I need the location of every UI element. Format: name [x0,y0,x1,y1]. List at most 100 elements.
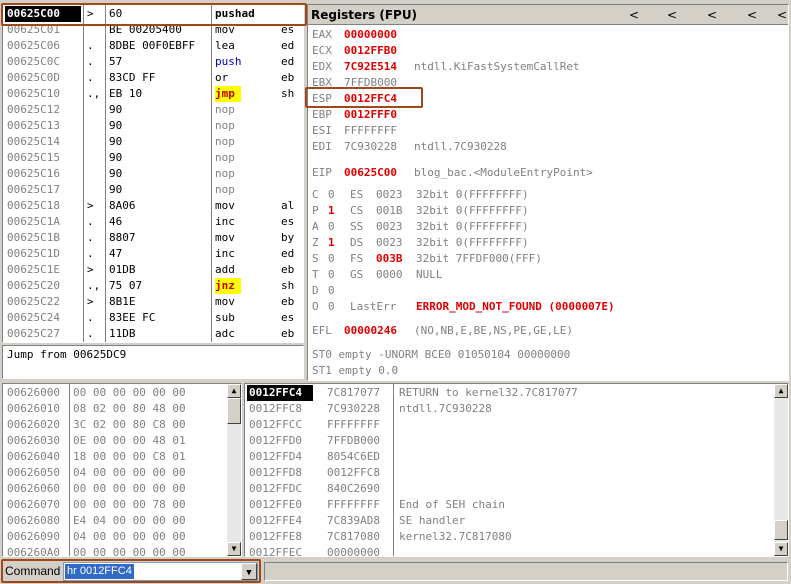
register-value[interactable]: 00000246 [344,323,410,339]
fpu-register[interactable]: ST2 empty 0.0 [312,379,782,380]
registers-scroll-left-button[interactable]: < [704,5,720,25]
fpu-row[interactable]: ST2 empty 0.0 [308,379,788,380]
disasm-row[interactable]: 00625C12 90 nop [3,102,303,118]
registers-scroll-left-button[interactable]: < [744,5,760,25]
disasm-row[interactable]: 00625C1A. 46 inc es [3,214,303,230]
scroll-thumb[interactable] [227,398,241,424]
fpu-register[interactable]: ST0 empty -UNORM BCE0 01050104 00000000 [312,347,782,363]
dump-row[interactable]: 00626030 0E 00 00 00 48 01 [3,433,227,449]
registers-pane[interactable]: Registers (FPU) < < < < < EAX 00000000 ECX… [307,4,789,381]
disasm-row[interactable]: 00625C16 90 nop [3,166,303,182]
scroll-up-icon[interactable]: ▲ [774,384,788,398]
flag-bit[interactable]: 0 [328,251,340,267]
hex-dump-pane[interactable]: 00626000 00 00 00 00 00 00 00626010 08 02 0… [2,383,242,557]
register-value[interactable]: 0012FFC4 [344,91,410,107]
command-input[interactable]: hr 0012FFC4 ▼ [63,562,258,581]
segment-selector[interactable]: 001B [376,203,412,219]
disassembly-pane[interactable]: 00625C00 >60 pushad 00625C01 BE 00205400 mov e… [2,4,304,343]
scroll-down-icon[interactable]: ▼ [774,542,788,556]
stack-row[interactable]: 0012FFC8 7C930228 ntdll.7C930228 [245,401,773,417]
register-value[interactable]: 7C92E514 [344,59,410,75]
stack-row[interactable]: 0012FFD0 7FFDB000 [245,433,773,449]
register-row[interactable]: ESI FFFFFFFF [308,123,788,139]
scroll-down-icon[interactable]: ▼ [227,542,241,556]
disasm-row[interactable]: 00625C24. 83EE FC sub es [3,310,303,326]
disasm-row[interactable]: 00625C27. 11DB adc eb [3,326,303,342]
flag-row[interactable]: A 0 SS 0023 32bit 0(FFFFFFFF) [308,219,788,235]
fpu-register[interactable]: ST1 empty 0.0 [312,363,782,379]
dump-row[interactable]: 00626080 E4 04 00 00 00 00 [3,513,227,529]
dump-scrollbar[interactable]: ▲ ▼ [227,384,241,556]
stack-row[interactable]: 0012FFE8 7C817080 kernel32.7C817080 [245,529,773,545]
register-value[interactable]: FFFFFFFF [344,123,410,139]
dump-row[interactable]: 00626000 00 00 00 00 00 00 [3,385,227,401]
segment-selector[interactable] [376,283,412,299]
registers-scroll-left-button[interactable]: < [626,5,642,25]
disasm-row[interactable]: 00625C22 >8B1E mov eb [3,294,303,310]
register-value[interactable]: 7C930228 [344,139,410,155]
flag-row[interactable]: C 0 ES 0023 32bit 0(FFFFFFFF) [308,187,788,203]
stack-row[interactable]: 0012FFC4 7C817077 RETURN to kernel32.7C817… [245,385,773,401]
fpu-row[interactable]: ST0 empty -UNORM BCE0 01050104 00000000 [308,347,788,363]
registers-scroll-left-button[interactable]: < [664,5,680,25]
flag-row[interactable]: P 1 CS 001B 32bit 0(FFFFFFFF) [308,203,788,219]
register-value[interactable]: 00000000 [344,27,410,43]
disasm-row[interactable]: 00625C17 90 nop [3,182,303,198]
dump-row[interactable]: 00626040 18 00 00 00 C8 01 [3,449,227,465]
flag-row[interactable]: D0 [308,283,788,299]
segment-selector[interactable]: 0023 [376,187,412,203]
dump-row[interactable]: 00626060 00 00 00 00 00 00 [3,481,227,497]
register-row[interactable]: EBP 0012FFF0 [308,107,788,123]
stack-row[interactable]: 0012FFDC 840C2690 [245,481,773,497]
disasm-row[interactable]: 00625C1E >01DB add eb [3,262,303,278]
efl-row[interactable]: EFL 00000246 (NO,NB,E,BE,NS,PE,GE,LE) [308,323,788,339]
disasm-row[interactable]: 00625C0D. 83CD FF or eb [3,70,303,86]
dump-row[interactable]: 00626070 00 00 00 00 78 00 [3,497,227,513]
register-value[interactable]: 0012FFB0 [344,43,410,59]
command-dropdown-button[interactable]: ▼ [241,563,257,580]
disasm-row[interactable]: 00625C10., EB 10 jmp sh [3,86,303,102]
stack-row[interactable]: 0012FFD4 8054C6ED [245,449,773,465]
flag-bit[interactable]: 0 [328,283,340,299]
stack-row[interactable]: 0012FFD8 0012FFC8 [245,465,773,481]
disasm-row[interactable]: 00625C18 >8A06 mov al [3,198,303,214]
disasm-row[interactable]: 00625C00 >60 pushad [3,6,303,22]
flag-row[interactable]: S 0 FS 003B 32bit 7FFDF000(FFF) [308,251,788,267]
dump-row[interactable]: 006260A0 00 00 00 00 00 00 [3,545,227,556]
stack-row[interactable]: 0012FFE0 FFFFFFFF End of SEH chain [245,497,773,513]
stack-row[interactable]: 0012FFEC 00000000 [245,545,773,556]
flag-row[interactable]: T 0 GS 0000 NULL [308,267,788,283]
lasterr-row[interactable]: O 0 LastErr ERROR_MOD_NOT_FOUND (0000007E) [308,299,788,315]
disasm-row[interactable]: 00625C15 90 nop [3,150,303,166]
register-row[interactable]: ESP 0012FFC4 [308,91,788,107]
flag-bit[interactable]: 0 [328,299,340,315]
disasm-row[interactable]: 00625C0C. 57 push ed [3,54,303,70]
register-row[interactable]: ECX 0012FFB0 [308,43,788,59]
flag-row[interactable]: Z 1 DS 0023 32bit 0(FFFFFFFF) [308,235,788,251]
scroll-up-icon[interactable]: ▲ [227,384,241,398]
segment-selector[interactable]: 0023 [376,219,412,235]
segment-selector[interactable]: 0023 [376,235,412,251]
disasm-row[interactable]: 00625C13 90 nop [3,118,303,134]
flag-bit[interactable]: 1 [328,203,340,219]
stack-row[interactable]: 0012FFCC FFFFFFFF [245,417,773,433]
stack-pane[interactable]: 0012FFC4 7C817077 RETURN to kernel32.7C817… [244,383,789,557]
fpu-row[interactable]: ST1 empty 0.0 [308,363,788,379]
disasm-row[interactable]: 00625C06. 8DBE 00F0EBFF lea ed [3,38,303,54]
dump-row[interactable]: 00626090 04 00 00 00 00 00 [3,529,227,545]
register-row[interactable]: EDX 7C92E514 ntdll.KiFastSystemCallRet [308,59,788,75]
disasm-row[interactable]: 00625C20., 75 07 jnz sh [3,278,303,294]
segment-selector[interactable]: 0000 [376,267,412,283]
disasm-row[interactable]: 00625C1B. 8807 mov by [3,230,303,246]
dump-row[interactable]: 00626010 08 02 00 80 48 00 [3,401,227,417]
dump-row[interactable]: 00626050 04 00 00 00 00 00 [3,465,227,481]
flag-bit[interactable]: 0 [328,267,340,283]
stack-row[interactable]: 0012FFE4 7C839AD8 SE handler [245,513,773,529]
register-value[interactable]: 7FFDB000 [344,75,410,91]
stack-scrollbar[interactable]: ▲ ▼ [774,384,788,556]
disasm-row[interactable]: 00625C1D. 47 inc ed [3,246,303,262]
flag-bit[interactable]: 0 [328,187,340,203]
register-value[interactable]: 0012FFF0 [344,107,410,123]
dump-row[interactable]: 00626020 3C 02 00 80 C8 00 [3,417,227,433]
register-row[interactable]: EDI 7C930228 ntdll.7C930228 [308,139,788,155]
